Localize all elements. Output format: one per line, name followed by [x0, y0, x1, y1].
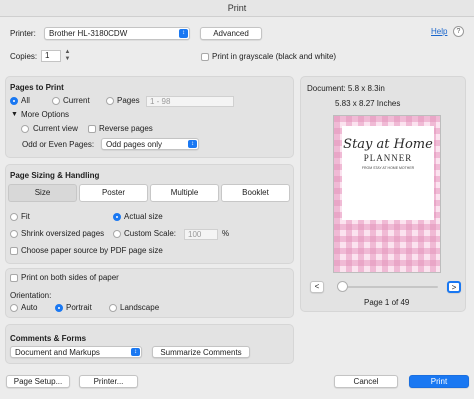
- page-slider-track[interactable]: [338, 286, 438, 288]
- orientation-landscape-label: Landscape: [120, 303, 160, 312]
- select-arrows-icon: ↕: [131, 348, 140, 356]
- page-preview: Stay at Home PLANNER FROM STAY AT HOME M…: [333, 115, 441, 273]
- percent-label: %: [222, 229, 230, 238]
- orientation-auto-radio[interactable]: [10, 304, 18, 312]
- summarize-comments-button[interactable]: Summarize Comments: [152, 346, 250, 358]
- current-view-radio[interactable]: [21, 125, 29, 133]
- next-page-button[interactable]: >: [447, 281, 461, 293]
- odd-even-select[interactable]: Odd pages only ↕: [101, 138, 199, 150]
- orientation-auto-label: Auto: [21, 303, 38, 312]
- printer-value: Brother HL-3180CDW: [49, 29, 128, 38]
- custom-scale-label: Custom Scale:: [124, 229, 177, 238]
- custom-scale-radio[interactable]: [113, 230, 121, 238]
- planner-subtitle: FROM STAY AT HOME MOTHER: [361, 166, 415, 170]
- help-icon[interactable]: ?: [453, 26, 464, 37]
- odd-even-value: Odd pages only: [106, 140, 163, 149]
- pages-heading: Pages to Print: [10, 83, 64, 92]
- planner-title-script: Stay at Home: [343, 137, 433, 152]
- pages-current-radio[interactable]: [52, 97, 60, 105]
- pages-range-label: Pages: [117, 96, 140, 105]
- more-options-chevron-icon[interactable]: ▼: [11, 110, 18, 120]
- grayscale-checkbox[interactable]: [201, 53, 209, 61]
- pages-all-label: All: [21, 96, 30, 105]
- orientation-landscape-radio[interactable]: [109, 304, 117, 312]
- orientation-portrait-label: Portrait: [66, 303, 92, 312]
- orientation-portrait-radio[interactable]: [55, 304, 63, 312]
- custom-scale-input[interactable]: 100: [184, 229, 218, 240]
- window-title: Print: [0, 0, 474, 17]
- cancel-button[interactable]: Cancel: [334, 375, 398, 388]
- paper-source-checkbox[interactable]: [10, 247, 18, 255]
- comments-value: Document and Markups: [15, 348, 100, 357]
- printer-button[interactable]: Printer...: [79, 375, 138, 388]
- comments-select[interactable]: Document and Markups ↕: [10, 346, 142, 358]
- shrink-oversized-label: Shrink oversized pages: [21, 229, 105, 238]
- print-button[interactable]: Print: [409, 375, 469, 388]
- sizing-heading: Page Sizing & Handling: [10, 171, 100, 180]
- actual-size-label: Actual size: [124, 212, 163, 221]
- actual-size-radio[interactable]: [113, 213, 121, 221]
- tab-poster[interactable]: Poster: [79, 184, 148, 202]
- current-view-label: Current view: [33, 124, 78, 133]
- fit-radio[interactable]: [10, 213, 18, 221]
- shrink-oversized-radio[interactable]: [10, 230, 18, 238]
- printer-label: Printer:: [10, 29, 36, 38]
- grayscale-label: Print in grayscale (black and white): [212, 52, 337, 61]
- comments-heading: Comments & Forms: [10, 334, 87, 343]
- comments-panel: [5, 324, 294, 364]
- planner-title: PLANNER: [363, 153, 413, 163]
- pages-all-radio[interactable]: [10, 97, 18, 105]
- prev-page-button[interactable]: <: [310, 281, 324, 293]
- select-arrows-icon: ↕: [179, 29, 188, 38]
- page-slider-thumb[interactable]: [337, 281, 348, 292]
- more-options-label[interactable]: More Options: [21, 110, 69, 120]
- advanced-button[interactable]: Advanced: [200, 27, 262, 40]
- both-sides-label: Print on both sides of paper: [21, 273, 119, 282]
- copies-input[interactable]: 1: [41, 50, 61, 62]
- fit-label: Fit: [21, 212, 30, 221]
- pages-current-label: Current: [63, 96, 90, 105]
- page-status: Page 1 of 49: [364, 298, 410, 307]
- copies-label: Copies:: [10, 52, 38, 61]
- tab-multiple[interactable]: Multiple: [150, 184, 219, 202]
- paper-size: 5.83 x 8.27 Inches: [335, 99, 401, 108]
- copies-stepper-icon[interactable]: ▲ ▼: [64, 49, 71, 63]
- page-setup-button[interactable]: Page Setup...: [6, 375, 70, 388]
- page-range-input[interactable]: 1 - 98: [146, 96, 234, 107]
- select-arrows-icon: ↕: [188, 140, 197, 148]
- orientation-label: Orientation:: [10, 291, 52, 300]
- odd-even-label: Odd or Even Pages:: [22, 140, 95, 149]
- reverse-pages-label: Reverse pages: [99, 124, 153, 133]
- tab-booklet[interactable]: Booklet: [221, 184, 290, 202]
- tab-size[interactable]: Size: [8, 184, 77, 202]
- document-size: Document: 5.8 x 8.3in: [307, 84, 385, 93]
- pages-range-radio[interactable]: [106, 97, 114, 105]
- both-sides-checkbox[interactable]: [10, 274, 18, 282]
- printer-select[interactable]: Brother HL-3180CDW ↕: [44, 27, 190, 40]
- reverse-pages-checkbox[interactable]: [88, 125, 96, 133]
- help-link[interactable]: Help: [431, 27, 447, 37]
- paper-source-label: Choose paper source by PDF page size: [21, 246, 163, 255]
